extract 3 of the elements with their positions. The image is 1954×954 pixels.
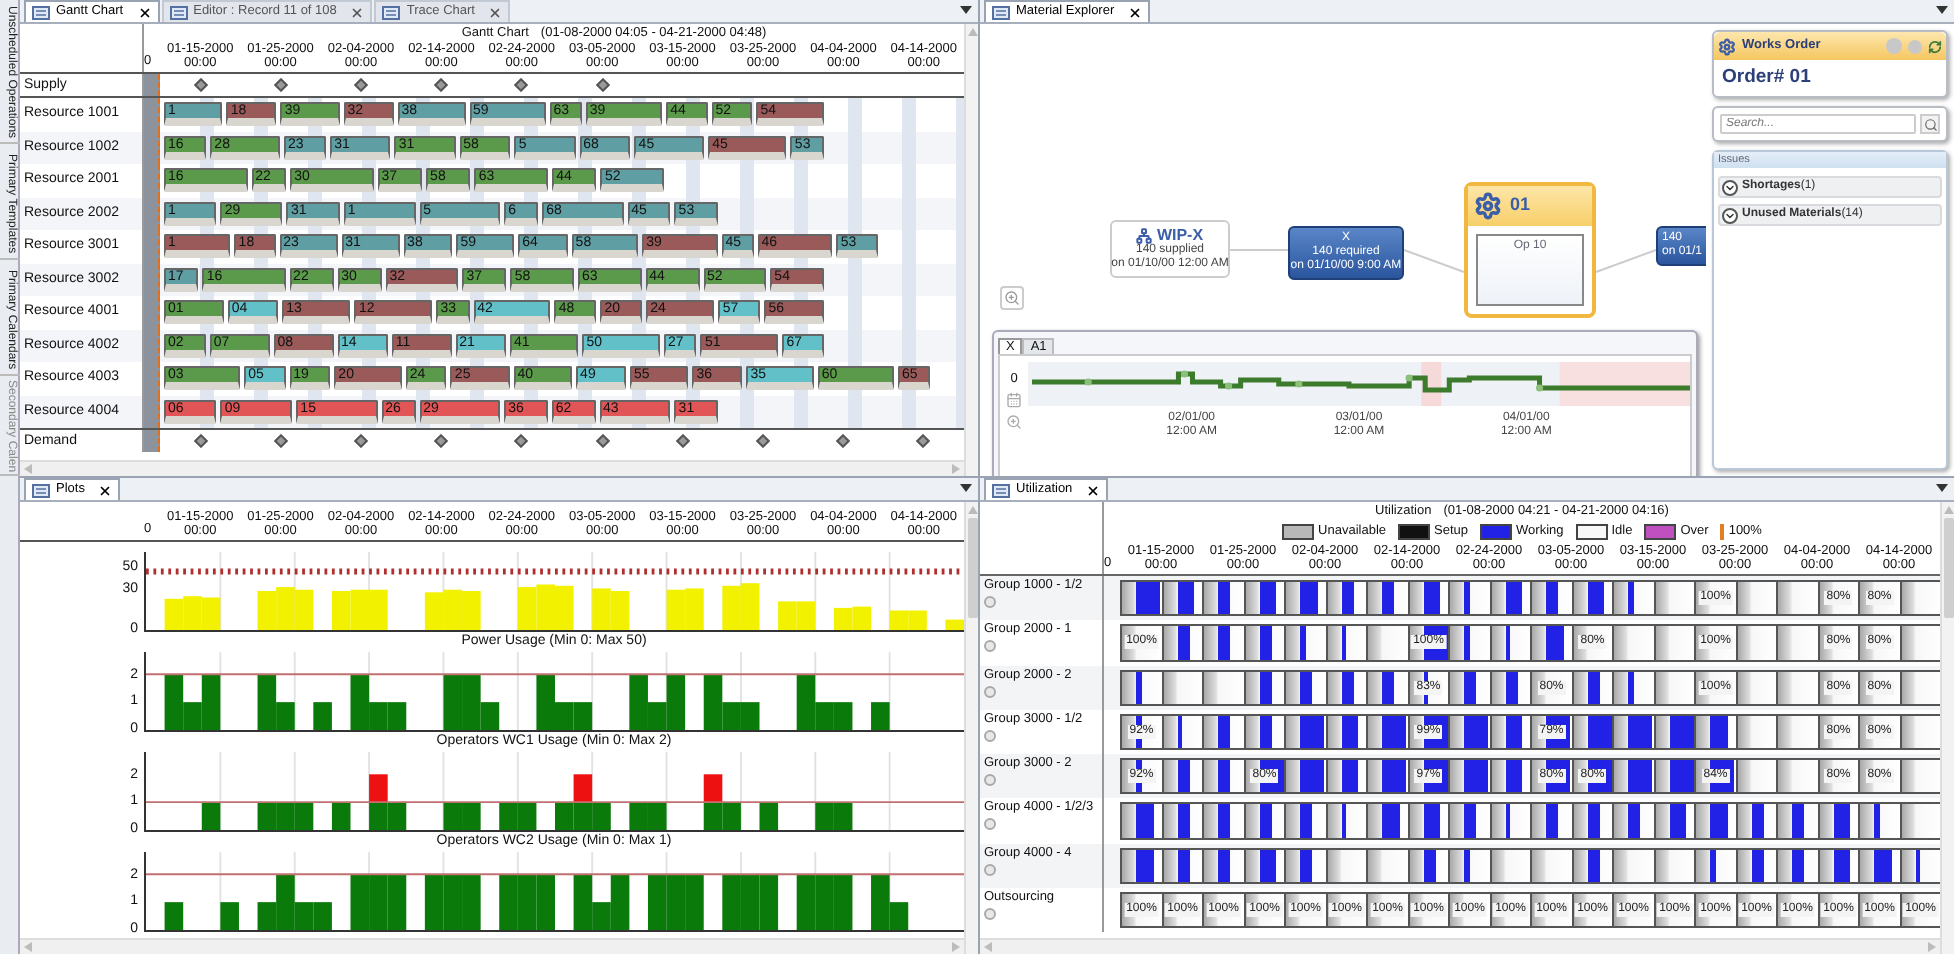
node-title: 01 [1510, 192, 1531, 219]
node-title: WIP-X [1156, 226, 1204, 244]
order-number: Order# 01 [1720, 64, 1813, 92]
